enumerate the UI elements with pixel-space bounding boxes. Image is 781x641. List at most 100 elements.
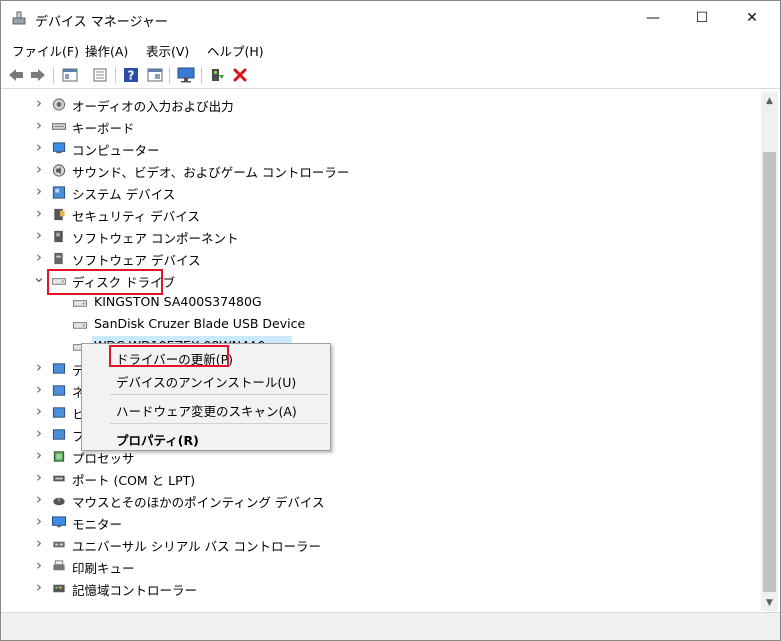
tree-item-label: 記憶域コントローラー xyxy=(72,583,198,598)
chevron-right-icon[interactable]: › xyxy=(33,226,45,244)
context-properties[interactable]: プロパティ(R) xyxy=(116,430,199,449)
tree-item-label: コンピューター xyxy=(72,143,160,158)
scan-view-button[interactable] xyxy=(146,66,164,84)
chevron-right-icon[interactable]: › xyxy=(33,490,45,508)
device-view-button[interactable] xyxy=(61,66,79,84)
disk-drive-highlight xyxy=(47,269,163,295)
sound-icon xyxy=(51,163,67,178)
chevron-right-icon[interactable]: › xyxy=(33,358,45,376)
tree-category[interactable]: › マウスとそのほかのポインティング デバイス xyxy=(5,489,761,511)
security-device-icon xyxy=(51,207,67,222)
chevron-down-icon[interactable]: ⌄ xyxy=(32,267,45,286)
toolbar-separator xyxy=(53,67,54,83)
tree-category[interactable]: › コンピューター xyxy=(5,137,761,159)
monitor-button[interactable] xyxy=(177,66,195,84)
software-component-icon xyxy=(51,229,67,244)
tree-item-label: システム デバイス xyxy=(72,187,176,202)
tree-category[interactable]: › モニター xyxy=(5,511,761,533)
computer-icon xyxy=(51,141,67,156)
tree-category[interactable]: › ユニバーサル シリアル バス コントローラー xyxy=(5,533,761,555)
toolbar-separator xyxy=(115,67,116,83)
tree-item-label: SanDisk Cruzer Blade USB Device xyxy=(94,316,306,331)
usb-icon xyxy=(51,537,67,552)
tree-device[interactable]: SanDisk Cruzer Blade USB Device xyxy=(5,313,761,335)
tree-category[interactable]: › 記憶域コントローラー xyxy=(5,577,761,599)
generic-icon xyxy=(51,427,67,442)
tree-item-label: ソフトウェア コンポーネント xyxy=(72,231,239,246)
tree-category[interactable]: › ソフトウェア コンポーネント xyxy=(5,225,761,247)
chevron-right-icon[interactable]: › xyxy=(33,512,45,530)
chevron-right-icon[interactable]: › xyxy=(33,402,45,420)
help-icon: ? xyxy=(124,68,138,83)
toolbar-separator xyxy=(169,67,170,83)
chevron-right-icon[interactable]: › xyxy=(33,578,45,596)
update-driver-icon xyxy=(212,69,224,81)
keyboard-icon xyxy=(51,119,67,134)
tree-item-label: キーボード xyxy=(72,121,135,136)
system-device-icon xyxy=(51,185,67,200)
chevron-right-icon[interactable]: › xyxy=(33,446,45,464)
tree-item-label: オーディオの入力および出力 xyxy=(72,99,234,114)
forward-button[interactable] xyxy=(29,66,47,84)
scroll-up-icon[interactable]: ▲ xyxy=(761,92,778,109)
close-icon: ✕ xyxy=(746,10,758,26)
tree-item-label: ユニバーサル シリアル バス コントローラー xyxy=(72,539,322,554)
chevron-right-icon[interactable]: › xyxy=(33,380,45,398)
generic-icon xyxy=(51,405,67,420)
menu-file[interactable]: ファイル(F) xyxy=(12,41,79,60)
scroll-down-icon[interactable]: ▼ xyxy=(761,594,778,611)
maximize-button[interactable]: ☐ xyxy=(679,1,725,35)
menu-action[interactable]: 操作(A) xyxy=(85,41,128,60)
chevron-right-icon[interactable]: › xyxy=(33,248,45,266)
tree-category[interactable]: › ソフトウェア デバイス xyxy=(5,247,761,269)
audio-icon xyxy=(51,97,67,112)
uninstall-button[interactable] xyxy=(231,66,249,84)
chevron-right-icon[interactable]: › xyxy=(33,468,45,486)
vertical-scrollbar[interactable]: ▲ ▼ xyxy=(761,92,778,611)
tree-category[interactable]: › サウンド、ビデオ、およびゲーム コントローラー xyxy=(5,159,761,181)
disk-drive-icon xyxy=(72,317,88,332)
menu-help[interactable]: ヘルプ(H) xyxy=(207,41,264,60)
tree-item-label: ポート (COM と LPT) xyxy=(72,473,196,488)
chevron-right-icon[interactable]: › xyxy=(33,160,45,178)
context-uninstall-device[interactable]: デバイスのアンインストール(U) xyxy=(116,372,296,391)
tree-category[interactable]: › キーボード xyxy=(5,115,761,137)
chevron-right-icon[interactable]: › xyxy=(33,138,45,156)
menu-bar: ファイル(F) 操作(A) 表示(V) ヘルプ(H) xyxy=(1,38,780,60)
title-bar[interactable]: デバイス マネージャー — ☐ ✕ xyxy=(1,1,780,37)
chevron-right-icon[interactable]: › xyxy=(33,556,45,574)
chevron-right-icon[interactable]: › xyxy=(33,94,45,112)
menu-view[interactable]: 表示(V) xyxy=(146,41,189,60)
tree-item-label: 印刷キュー xyxy=(72,561,135,576)
mouse-icon xyxy=(51,493,67,508)
tree-category[interactable]: › セキュリティ デバイス xyxy=(5,203,761,225)
minimize-button[interactable]: — xyxy=(630,1,676,35)
properties-button[interactable] xyxy=(91,66,109,84)
device-manager-icon xyxy=(12,11,26,25)
tree-category[interactable]: › システム デバイス xyxy=(5,181,761,203)
device-view-icon xyxy=(62,68,78,82)
storage-controller-icon xyxy=(51,581,67,596)
update-driver-button[interactable] xyxy=(208,66,226,84)
chevron-right-icon[interactable]: › xyxy=(33,182,45,200)
print-queue-icon xyxy=(51,559,67,574)
disk-drive-icon xyxy=(72,295,88,310)
tree-category[interactable]: › ポート (COM と LPT) xyxy=(5,467,761,489)
tree-item-label: セキュリティ デバイス xyxy=(72,209,200,224)
context-scan-hardware[interactable]: ハードウェア変更のスキャン(A) xyxy=(116,401,297,420)
chevron-right-icon[interactable]: › xyxy=(33,116,45,134)
back-button[interactable] xyxy=(7,66,25,84)
tree-item-label: マウスとそのほかのポインティング デバイス xyxy=(72,495,325,510)
chevron-right-icon[interactable]: › xyxy=(33,534,45,552)
scroll-thumb[interactable] xyxy=(763,152,776,592)
tree-item-label: KINGSTON SA400S37480G xyxy=(94,294,262,309)
chevron-right-icon[interactable]: › xyxy=(33,204,45,222)
toolbar: ? xyxy=(1,62,780,89)
generic-icon xyxy=(51,383,67,398)
help-button[interactable]: ? xyxy=(122,66,140,84)
tree-category[interactable]: › オーディオの入力および出力 xyxy=(5,93,761,115)
close-button[interactable]: ✕ xyxy=(729,1,775,35)
tree-item-label: モニター xyxy=(72,517,123,532)
tree-category[interactable]: › 印刷キュー xyxy=(5,555,761,577)
chevron-right-icon[interactable]: › xyxy=(33,424,45,442)
